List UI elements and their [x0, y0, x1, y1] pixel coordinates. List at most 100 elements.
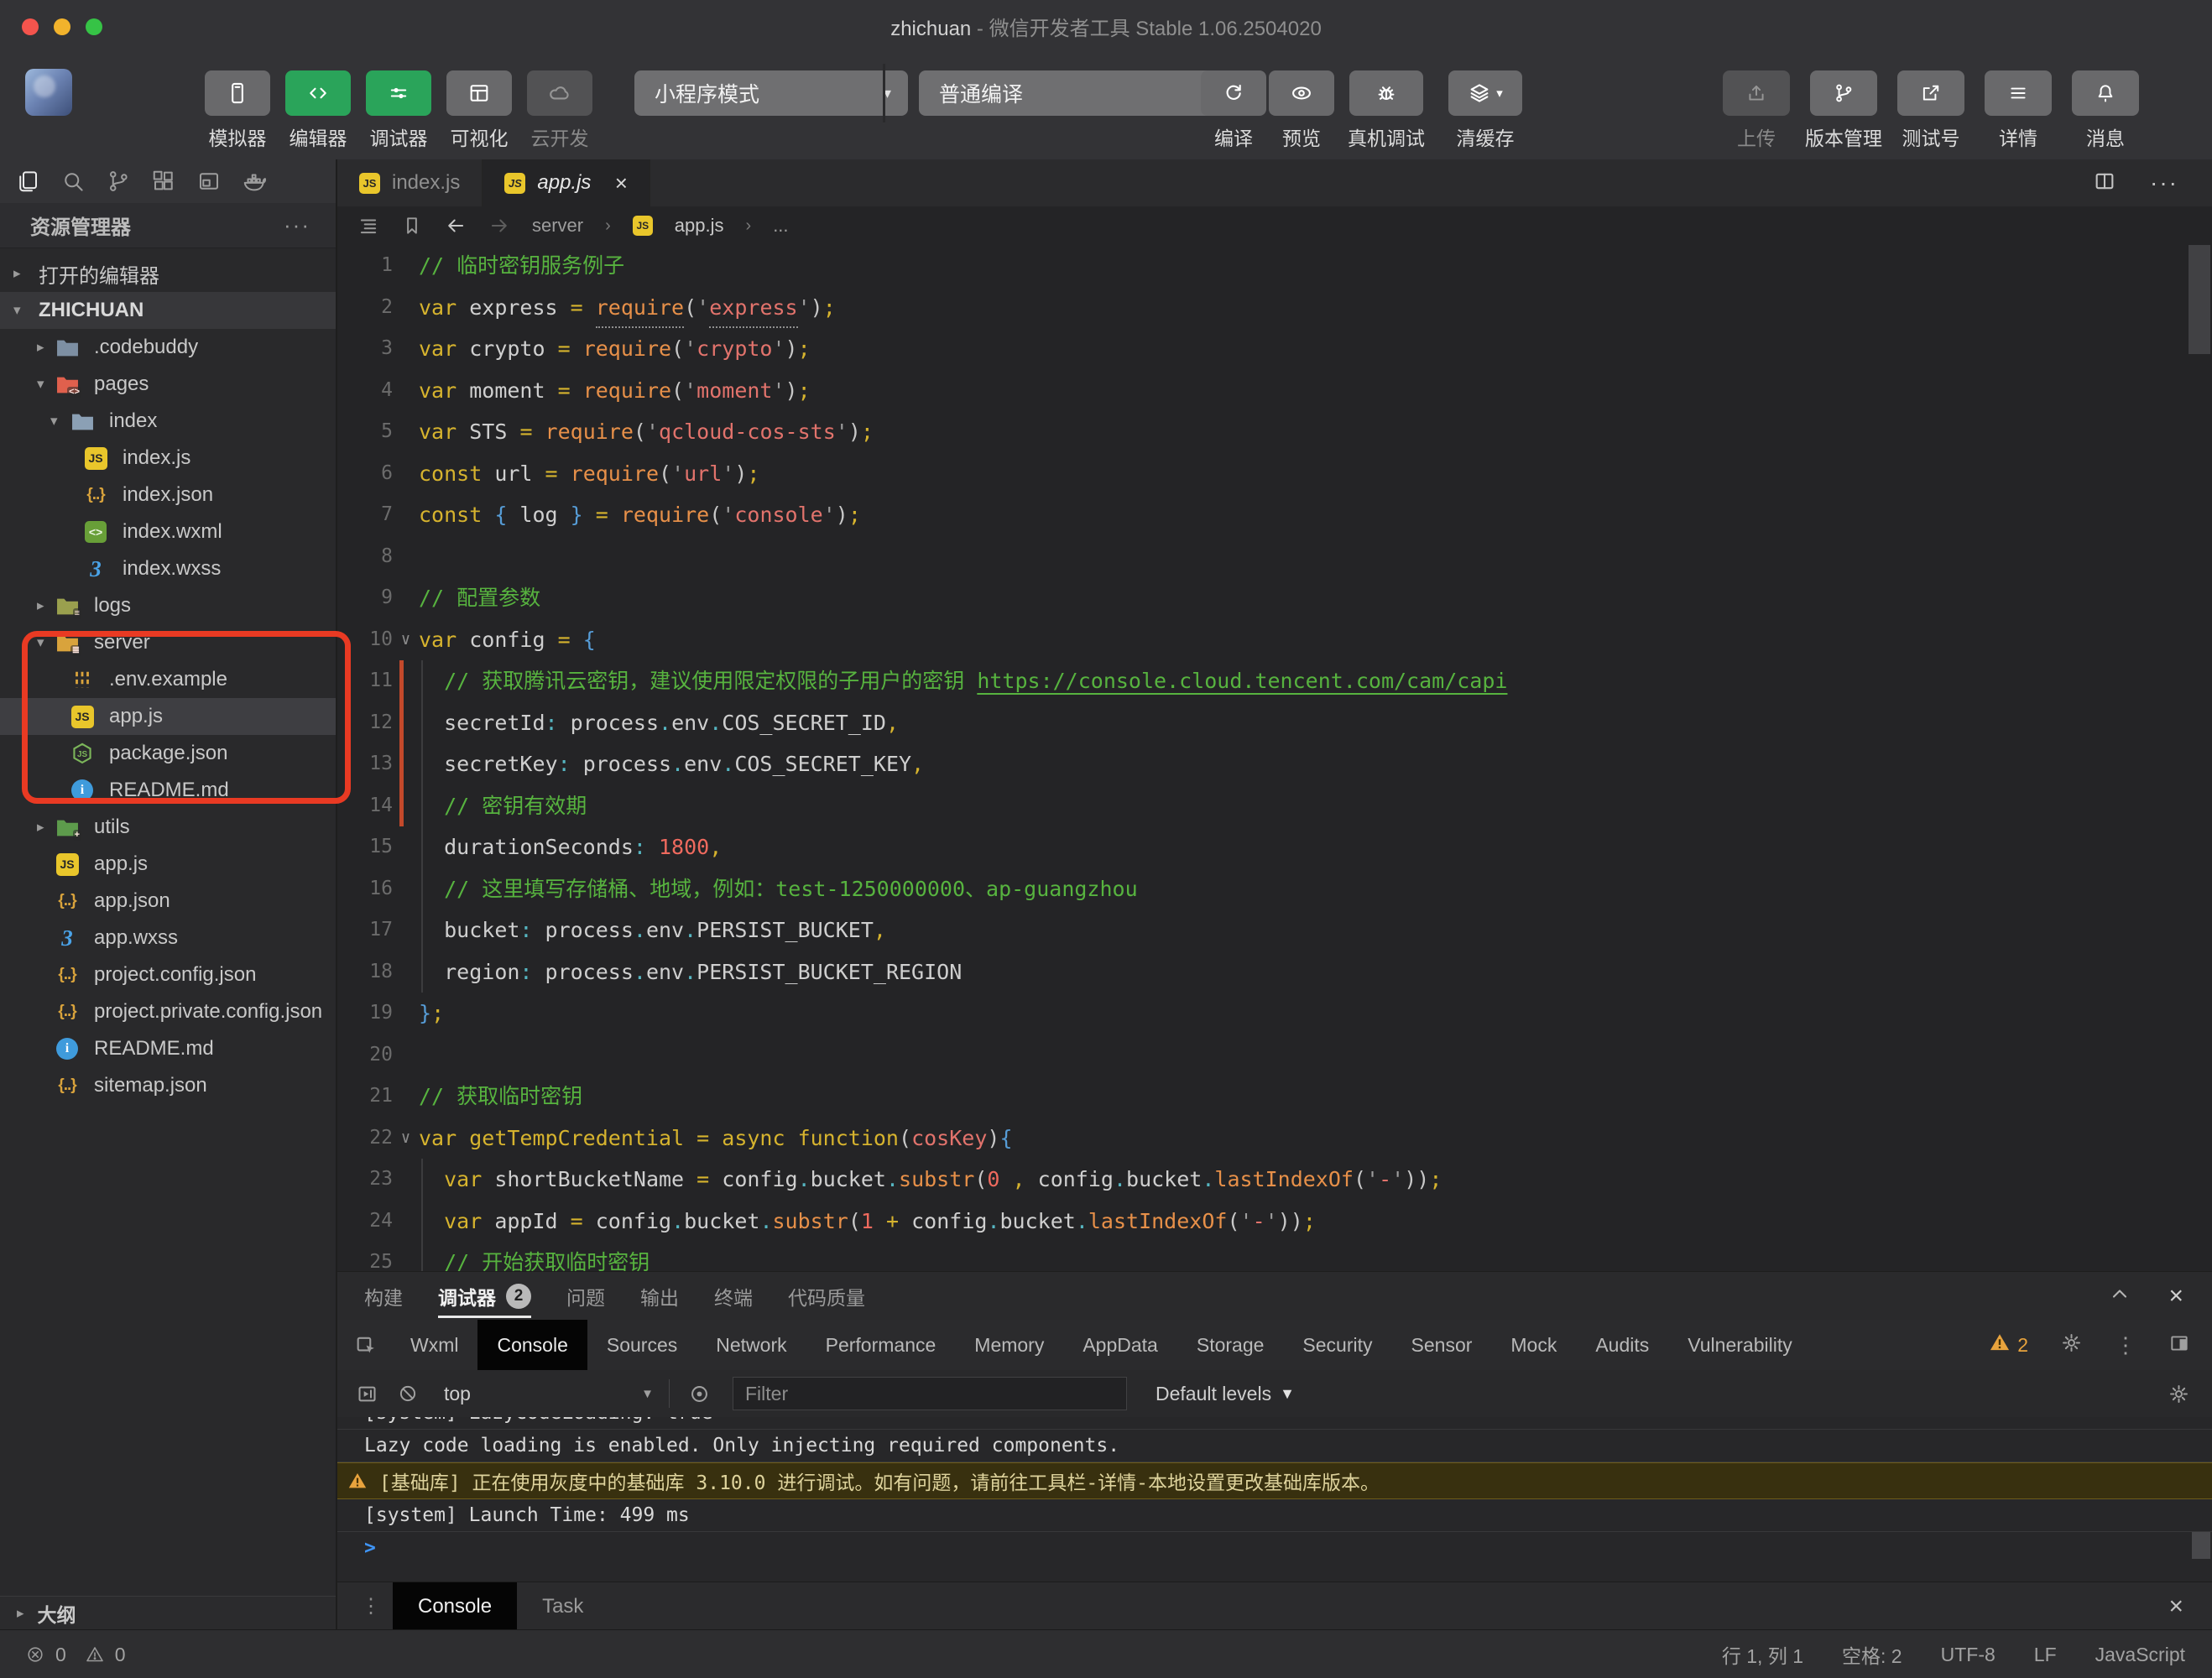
toolbar-button-编辑器[interactable]: 编辑器 [285, 70, 351, 151]
branch-icon[interactable] [106, 169, 131, 194]
status-item[interactable]: 空格: 2 [1842, 1640, 1902, 1669]
devtools-tab-Mock[interactable]: Mock [1491, 1320, 1576, 1370]
panel-tab-终端[interactable]: 终端 [714, 1272, 753, 1320]
console-context-select[interactable]: top ▼ [444, 1383, 654, 1405]
tree-item-ZHICHUAN[interactable]: ▾ZHICHUAN [0, 292, 336, 329]
devtools-tab-AppData[interactable]: AppData [1063, 1320, 1177, 1370]
fold-icon[interactable]: ∨ [393, 1118, 419, 1159]
console-settings-icon[interactable] [2168, 1383, 2190, 1405]
tree-item-index.json[interactable]: {..}index.json [0, 477, 336, 513]
status-item[interactable]: JavaScript [2095, 1644, 2185, 1666]
toolbar-button-详情[interactable]: 详情 [1984, 70, 2053, 151]
tree-item-index.wxss[interactable]: 3index.wxss [0, 550, 336, 587]
tree-item-utils[interactable]: ▸+utils [0, 809, 336, 846]
tree-item-app.js[interactable]: JSapp.js [0, 698, 336, 735]
panel-tab-问题[interactable]: 问题 [566, 1272, 605, 1320]
tree-item-README.md[interactable]: iREADME.md [0, 772, 336, 809]
toolbar-button-可视化[interactable]: 可视化 [446, 70, 512, 151]
problems-status[interactable]: 0 0 [0, 1644, 126, 1666]
console-scrollbar-thumb[interactable] [2192, 1532, 2210, 1559]
status-item[interactable]: LF [2034, 1644, 2057, 1666]
editor-scrollbar-thumb[interactable] [2189, 245, 2210, 354]
tree-item-project.private.config.json[interactable]: {..}project.private.config.json [0, 993, 336, 1030]
toolbar-button-版本管理[interactable]: 版本管理 [1809, 70, 1878, 151]
toolbar-button-云开发[interactable]: 云开发 [527, 70, 592, 151]
bottom-tab-Task[interactable]: Task [517, 1582, 608, 1630]
breadcrumb-symbol[interactable]: ... [773, 215, 788, 237]
tree-item-server[interactable]: ▾≣server [0, 624, 336, 661]
devtools-tab-Console[interactable]: Console [477, 1320, 587, 1370]
status-item[interactable]: UTF-8 [1941, 1644, 1995, 1666]
tree-item-.codebuddy[interactable]: ▸.codebuddy [0, 329, 336, 366]
compile-mode-select[interactable]: 普通编译 ▾ [919, 70, 1234, 116]
tree-item-index.js[interactable]: JSindex.js [0, 440, 336, 477]
panel-tab-调试器[interactable]: 调试器2 [438, 1272, 531, 1320]
breadcrumb-folder[interactable]: server [532, 215, 583, 237]
panel-tab-输出[interactable]: 输出 [640, 1272, 679, 1320]
tree-item-index[interactable]: ▾index [0, 403, 336, 440]
panel-tab-代码质量[interactable]: 代码质量 [788, 1272, 865, 1320]
toolbar-button-消息[interactable]: 消息 [2071, 70, 2140, 151]
toolbar-button-上传[interactable]: 上传 [1722, 70, 1791, 151]
more-actions-icon[interactable]: ··· [2150, 169, 2178, 196]
outline-section[interactable]: ▸ 大纲 [0, 1596, 336, 1629]
close-tab-icon[interactable]: × [614, 170, 627, 196]
window-icon[interactable] [196, 169, 222, 194]
expand-console-icon[interactable] [356, 1383, 378, 1405]
toolbar-button-真机调试[interactable]: 真机调试 [1343, 70, 1430, 151]
devtools-tab-Network[interactable]: Network [696, 1320, 806, 1370]
devtools-tab-Wxml[interactable]: Wxml [391, 1320, 477, 1370]
tree-item-index.wxml[interactable]: <>index.wxml [0, 513, 336, 550]
split-editor-icon[interactable] [2093, 169, 2116, 197]
code-editor[interactable]: 1// 临时密钥服务例子2var express = require('expr… [337, 245, 2212, 1271]
user-avatar[interactable] [25, 69, 72, 116]
eye-icon[interactable] [688, 1383, 711, 1405]
console-filter-input[interactable] [733, 1377, 1127, 1410]
console-row-prompt[interactable]: > [337, 1532, 2212, 1564]
tree-item-package.json[interactable]: JSpackage.json [0, 735, 336, 772]
navigate-back-icon[interactable] [445, 215, 467, 237]
close-panel-icon[interactable]: × [2168, 1282, 2183, 1311]
editor-tab-app.js[interactable]: JSapp.js× [483, 159, 650, 206]
dock-side-icon[interactable] [2168, 1332, 2190, 1358]
devtools-tab-Sources[interactable]: Sources [587, 1320, 696, 1370]
devtools-tab-Vulnerability[interactable]: Vulnerability [1668, 1320, 1811, 1370]
drag-handle-icon[interactable]: ⋮ [361, 1594, 381, 1618]
tree-item-logs[interactable]: ▸≡logs [0, 587, 336, 624]
toolbar-button-预览[interactable]: 预览 [1269, 70, 1334, 151]
devtools-tab-Audits[interactable]: Audits [1576, 1320, 1668, 1370]
tree-item-pages[interactable]: ▾<>pages [0, 366, 336, 403]
toolbar-button-编译[interactable]: 编译 [1201, 70, 1266, 151]
panel-tab-构建[interactable]: 构建 [364, 1272, 403, 1320]
toolbar-button-调试器[interactable]: 调试器 [366, 70, 431, 151]
tree-item-app.json[interactable]: {..}app.json [0, 883, 336, 920]
devtools-settings-icon[interactable] [2060, 1331, 2083, 1358]
collapse-panel-icon[interactable] [2108, 1282, 2131, 1310]
tree-item-project.config.json[interactable]: {..}project.config.json [0, 956, 336, 993]
status-item[interactable]: 行 1, 列 1 [1722, 1640, 1803, 1669]
log-levels-select[interactable]: Default levels ▼ [1156, 1383, 1295, 1405]
tree-item-app.wxss[interactable]: 3app.wxss [0, 920, 336, 956]
toolbar-button-测试号[interactable]: 测试号 [1896, 70, 1965, 151]
toolbar-button-清缓存[interactable]: ▾清缓存 [1442, 70, 1529, 151]
breadcrumb-file[interactable]: app.js [675, 215, 724, 237]
tree-item-sitemap.json[interactable]: {..}sitemap.json [0, 1067, 336, 1104]
kebab-menu-icon[interactable]: ⋮ [2115, 1332, 2136, 1358]
tree-item-app.js[interactable]: JSapp.js [0, 846, 336, 883]
devtools-tab-Storage[interactable]: Storage [1177, 1320, 1284, 1370]
devtools-tab-Security[interactable]: Security [1283, 1320, 1391, 1370]
docker-icon[interactable] [242, 169, 267, 194]
devtools-tab-Memory[interactable]: Memory [955, 1320, 1063, 1370]
files-icon[interactable] [15, 169, 40, 194]
toolbar-button-模拟器[interactable]: 模拟器 [205, 70, 270, 151]
tree-item-.env.example[interactable]: .env.example [0, 661, 336, 698]
editor-tab-index.js[interactable]: JSindex.js [337, 159, 483, 206]
devtools-tab-Sensor[interactable]: Sensor [1392, 1320, 1492, 1370]
tree-item-README.md[interactable]: iREADME.md [0, 1030, 336, 1067]
navigate-forward-icon[interactable] [488, 215, 510, 237]
mode-select[interactable]: 小程序模式 ▾ [634, 70, 908, 116]
devtools-tab-Performance[interactable]: Performance [806, 1320, 956, 1370]
search-icon[interactable] [60, 169, 86, 194]
inspect-element-icon[interactable] [354, 1333, 378, 1357]
bottom-tab-Console[interactable]: Console [393, 1582, 517, 1630]
